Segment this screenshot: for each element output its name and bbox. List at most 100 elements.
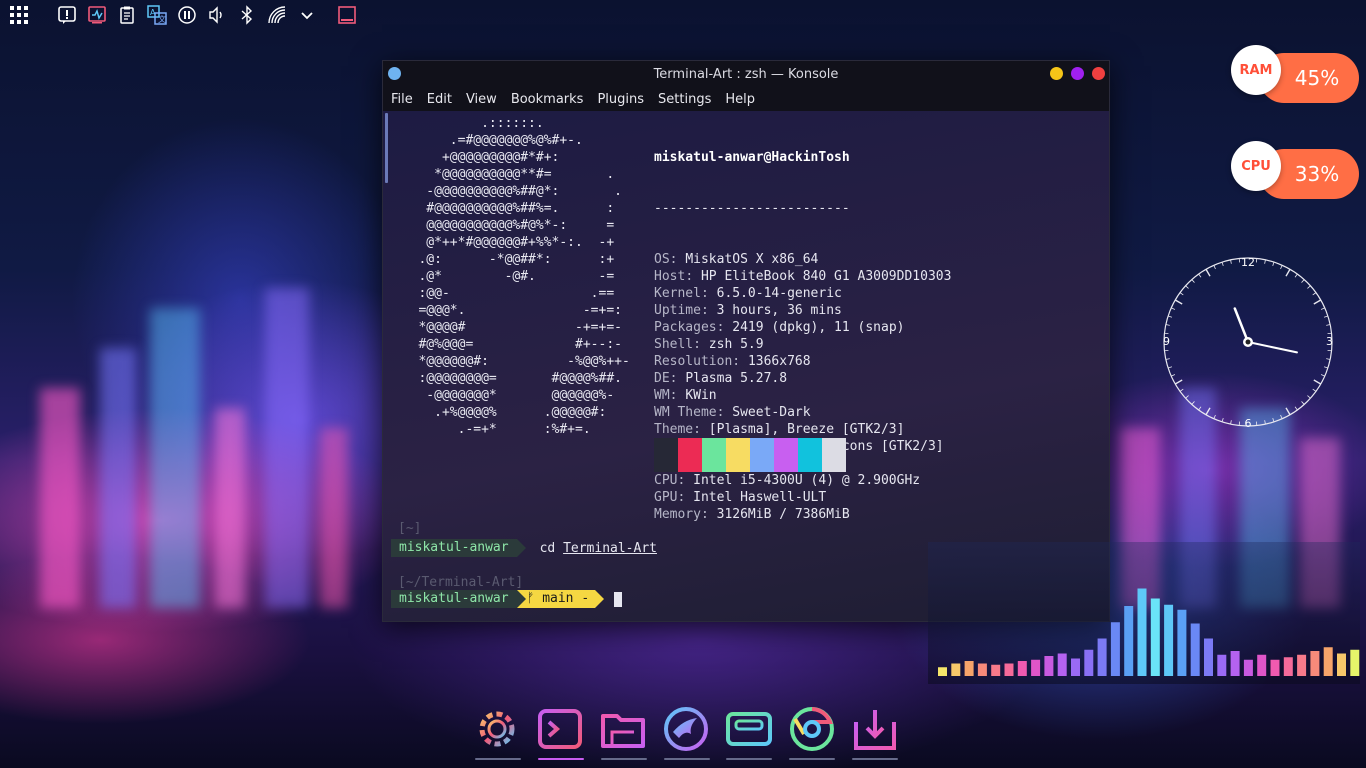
clock-tick bbox=[1171, 307, 1176, 310]
dock-item-media[interactable] bbox=[723, 700, 774, 762]
visualizer-bar bbox=[1164, 604, 1174, 676]
svg-text:A: A bbox=[150, 8, 156, 17]
clock-3: 3 bbox=[1326, 335, 1333, 348]
menu-view[interactable]: View bbox=[466, 92, 497, 107]
visualizer-bar bbox=[1323, 647, 1333, 676]
clock-tick bbox=[1323, 315, 1329, 318]
system-monitor-icon[interactable] bbox=[84, 2, 110, 28]
visualizer-bar bbox=[1057, 653, 1067, 676]
menu-help[interactable]: Help bbox=[725, 92, 755, 107]
download-icon bbox=[853, 710, 896, 750]
clock-tick bbox=[1165, 358, 1170, 360]
app-grid-icon[interactable] bbox=[6, 2, 32, 28]
konsole-window[interactable]: Terminal-Art : zsh — Konsole File Edit V… bbox=[382, 60, 1110, 622]
clock-12: 12 bbox=[1241, 256, 1255, 269]
clock-tick bbox=[1167, 366, 1173, 369]
terminal-icon bbox=[538, 709, 583, 749]
sysinfo-key: Shell bbox=[654, 337, 694, 352]
bluetooth-icon[interactable] bbox=[234, 2, 260, 28]
notes-icon[interactable] bbox=[54, 2, 80, 28]
ascii-line: :@@- .== bbox=[395, 286, 615, 301]
menu-edit[interactable]: Edit bbox=[427, 92, 452, 107]
konsole-app-icon[interactable] bbox=[388, 67, 401, 80]
clock-tick bbox=[1174, 379, 1183, 385]
menu-file[interactable]: File bbox=[391, 92, 413, 107]
dock-item-settings[interactable] bbox=[472, 700, 523, 762]
translate-icon[interactable]: A文 bbox=[144, 2, 170, 28]
analog-clock[interactable]: 12 3 6 9 bbox=[1162, 256, 1334, 428]
menu-settings[interactable]: Settings bbox=[658, 92, 711, 107]
clock-tick bbox=[1205, 407, 1211, 416]
volume-icon[interactable] bbox=[204, 2, 230, 28]
clock-tick bbox=[1213, 265, 1216, 270]
sysinfo-row: Packages: 2419 (dpkg), 11 (snap) bbox=[654, 320, 905, 335]
dock-item-files[interactable] bbox=[598, 700, 649, 762]
ascii-line: *@@@@@@#: -%@@%++- bbox=[395, 354, 630, 369]
visualizer-bar bbox=[1004, 663, 1014, 676]
prompt-dir: [~/Terminal-Art] bbox=[398, 575, 524, 590]
chevron-down-icon[interactable] bbox=[294, 2, 320, 28]
clock-tick bbox=[1326, 324, 1331, 326]
sysinfo-row: WM Theme: Sweet-Dark bbox=[654, 405, 811, 420]
sysinfo-separator: ------------------------- bbox=[654, 201, 850, 216]
visualizer-bar bbox=[1071, 658, 1080, 676]
ascii-line: .@* -@#. -= bbox=[395, 269, 615, 284]
clock-tick bbox=[1174, 299, 1183, 305]
wifi-icon[interactable] bbox=[264, 2, 290, 28]
desktop-show-icon[interactable] bbox=[334, 2, 360, 28]
visualizer-bar bbox=[951, 663, 961, 676]
ascii-line: .+%@@@@% .@@@@@#: bbox=[395, 405, 607, 420]
sysinfo-row: Kernel: 6.5.0-14-generic bbox=[654, 286, 842, 301]
minimize-button[interactable] bbox=[1050, 67, 1063, 80]
clock-tick bbox=[1205, 268, 1211, 277]
visualizer-bar bbox=[1097, 638, 1107, 676]
sysinfo-value: KWin bbox=[685, 388, 717, 403]
menu-bookmarks[interactable]: Bookmarks bbox=[511, 92, 584, 107]
menu-plugins[interactable]: Plugins bbox=[597, 92, 644, 107]
clock-tick bbox=[1167, 315, 1173, 318]
clock-tick bbox=[1165, 324, 1170, 326]
media-pause-icon[interactable] bbox=[174, 2, 200, 28]
visualizer-bar bbox=[1283, 657, 1293, 676]
ram-widget[interactable]: 45% RAM bbox=[1231, 45, 1361, 107]
clock-tick bbox=[1264, 420, 1266, 425]
ram-label: RAM bbox=[1231, 45, 1281, 95]
clock-tick bbox=[1280, 265, 1283, 270]
dock-item-chrome[interactable] bbox=[786, 700, 837, 762]
visualizer-bar bbox=[1044, 656, 1054, 676]
clock-tick bbox=[1230, 259, 1232, 264]
dock-item-terminal[interactable] bbox=[535, 700, 586, 762]
clock-tick bbox=[1285, 268, 1291, 277]
ascii-logo: .::::::. .=#@@@@@@@%@%#+-. +@@@@@@@@@#*#… bbox=[395, 115, 630, 438]
clock-tick bbox=[1307, 285, 1311, 289]
visualizer-bar bbox=[1204, 638, 1213, 676]
close-button[interactable] bbox=[1092, 67, 1105, 80]
visualizer-bar bbox=[1124, 606, 1134, 676]
ascii-line: @@@@@@@@@@@%#@%*-: = bbox=[395, 218, 615, 233]
prompt-user: miskatul-anwar bbox=[391, 590, 517, 608]
git-branch-segment: ᚠ main - bbox=[516, 590, 596, 608]
ascii-line: .@: -*@@##*: :+ bbox=[395, 252, 615, 267]
dock-item-browser[interactable] bbox=[661, 700, 712, 762]
clock-tick bbox=[1320, 374, 1325, 377]
clock-tick bbox=[1171, 374, 1176, 377]
scrollbar[interactable] bbox=[385, 113, 388, 183]
sysinfo-row: Theme: [Plasma], Breeze [GTK2/3] bbox=[654, 422, 905, 437]
titlebar[interactable]: Terminal-Art : zsh — Konsole bbox=[383, 61, 1109, 87]
clipboard-icon[interactable] bbox=[114, 2, 140, 28]
text-cursor[interactable] bbox=[614, 591, 623, 607]
dock-item-downloader[interactable] bbox=[849, 700, 900, 762]
cpu-widget[interactable]: 33% CPU bbox=[1231, 141, 1361, 203]
visualizer-bar bbox=[1230, 651, 1240, 676]
visualizer-bar bbox=[1190, 623, 1200, 676]
sysinfo-host: HackinTosh bbox=[771, 150, 850, 165]
sysinfo-row: Host: HP EliteBook 840 G1 A3009DD10303 bbox=[654, 269, 952, 284]
maximize-button[interactable] bbox=[1071, 67, 1084, 80]
sysinfo-key: Host bbox=[654, 269, 686, 284]
menubar: File Edit View Bookmarks Plugins Setting… bbox=[383, 87, 1109, 111]
clock-tick bbox=[1294, 273, 1298, 278]
clock-tick bbox=[1312, 292, 1317, 296]
cpu-label: CPU bbox=[1231, 141, 1281, 191]
prompt-line: miskatul-anwar cd Terminal-Art bbox=[391, 539, 657, 557]
sysinfo-key: WM Theme bbox=[654, 405, 717, 420]
